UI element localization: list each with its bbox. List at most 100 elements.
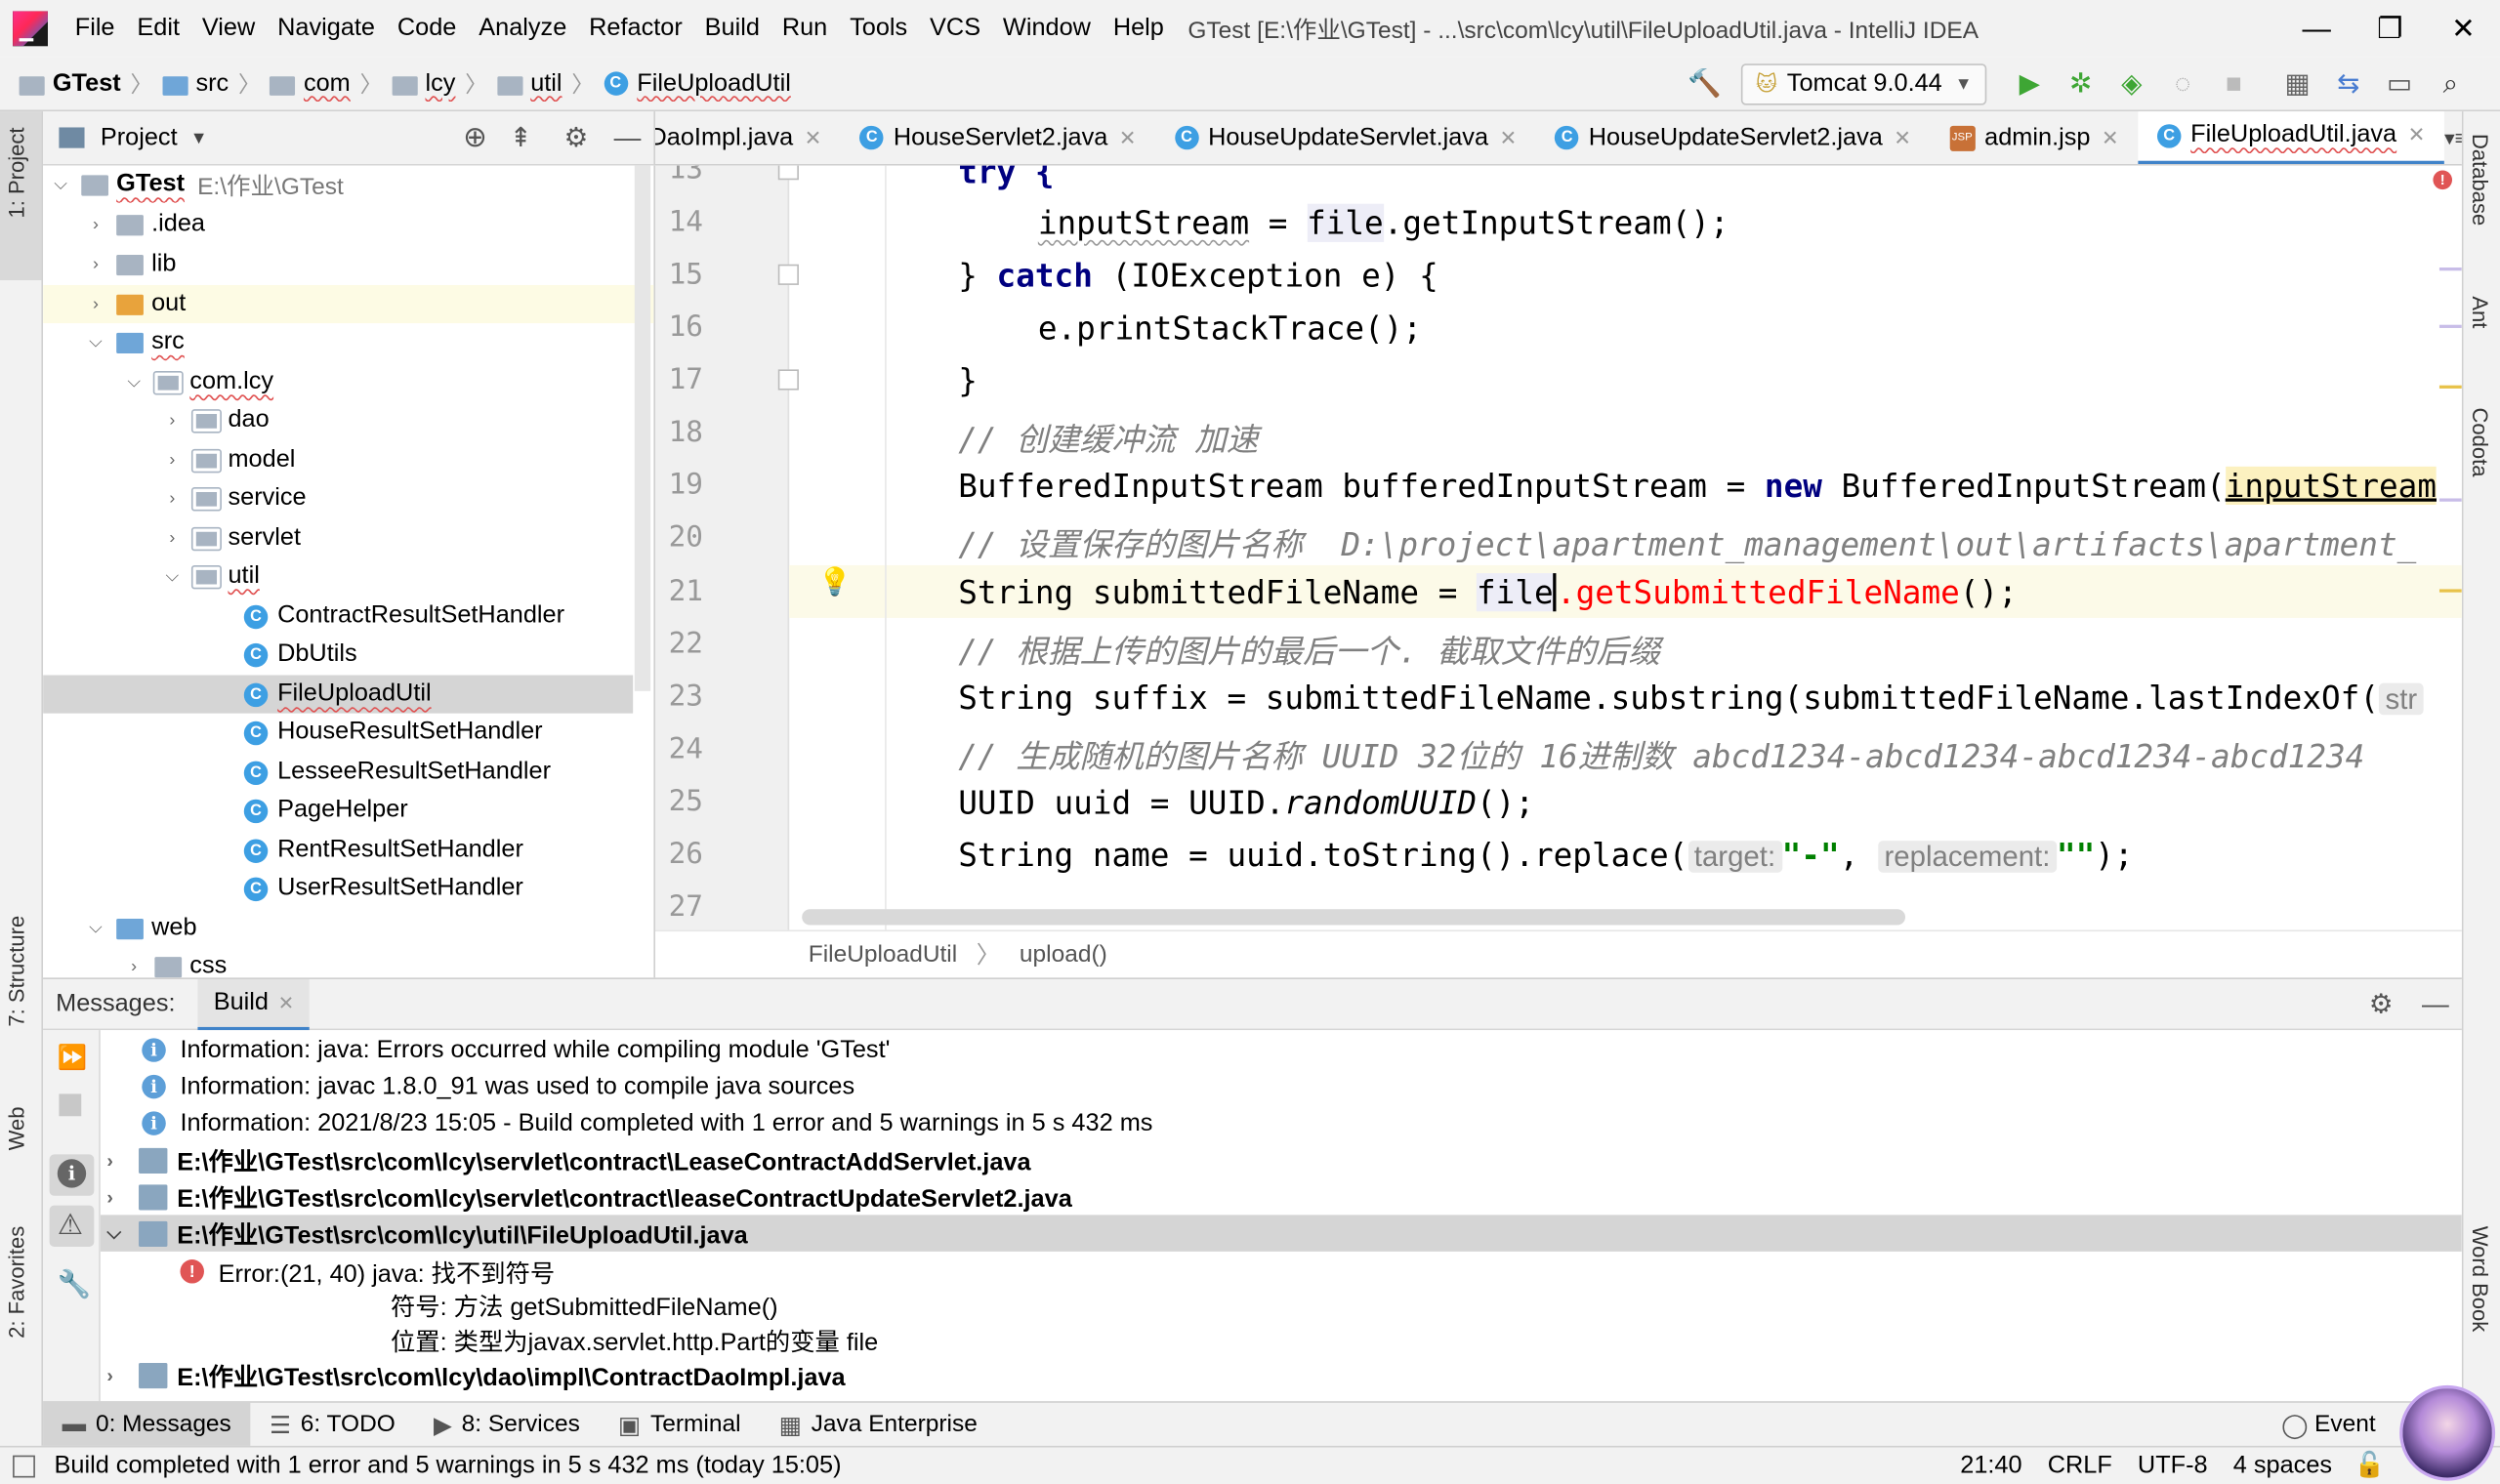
- menu-code[interactable]: Code: [386, 0, 467, 58]
- run-icon[interactable]: ▶: [2009, 62, 2050, 103]
- collapse-all-icon[interactable]: ⇞: [510, 122, 532, 154]
- build-hammer-icon[interactable]: 🔨: [1684, 62, 1725, 103]
- menu-help[interactable]: Help: [1102, 0, 1175, 58]
- tab-java-enterprise[interactable]: ▦ Java Enterprise: [760, 1402, 996, 1447]
- tab-todo[interactable]: ☰ 6: TODO: [250, 1402, 414, 1447]
- warning-filter-icon[interactable]: ⚠: [58, 1209, 83, 1242]
- close-icon[interactable]: ✕: [2408, 123, 2426, 148]
- breadcrumb-class[interactable]: FileUploadUtil: [809, 941, 957, 969]
- list-item[interactable]: ! Error:(21, 40) java: 找不到符号: [101, 1254, 2462, 1291]
- tree-node-util[interactable]: ⌵ util: [161, 557, 260, 597]
- search-icon[interactable]: ⌕: [2430, 62, 2471, 103]
- tab-build[interactable]: Build ✕: [197, 978, 311, 1030]
- avatar[interactable]: [2399, 1384, 2496, 1481]
- fold-marker-icon[interactable]: [777, 264, 799, 285]
- project-view-select[interactable]: Project: [101, 123, 178, 151]
- translate-icon[interactable]: ⇆: [2328, 62, 2369, 103]
- fold-marker-icon[interactable]: [777, 369, 799, 391]
- tree-node-service[interactable]: › service: [161, 479, 306, 518]
- tab-houseservlet2[interactable]: C HouseServlet2.java ✕: [841, 111, 1155, 164]
- caret-position[interactable]: 21:40: [1960, 1452, 2021, 1480]
- list-item[interactable]: i Information: javac 1.8.0_91 was used to…: [101, 1068, 2462, 1105]
- tree-node-userresultsethandler[interactable]: C UserResultSetHandler: [243, 869, 523, 908]
- tree-node-pagehelper[interactable]: C PageHelper: [243, 792, 408, 831]
- tab-houseupdateservlet[interactable]: C HouseUpdateServlet.java ✕: [1155, 111, 1536, 164]
- code-editor[interactable]: 13 14 15 16 17 18 19 20 21 22 23 24 25 2…: [655, 165, 2462, 930]
- breadcrumb-src[interactable]: src 〉: [162, 67, 261, 100]
- lock-icon[interactable]: 🔓: [2354, 1451, 2386, 1481]
- tree-node-model[interactable]: › model: [161, 441, 295, 480]
- tab-fileuploadutil[interactable]: C FileUploadUtil.java ✕: [2138, 111, 2444, 164]
- tree-node-gtest[interactable]: ⌵ GTest E:\作业\GTest: [50, 166, 344, 205]
- menu-navigate[interactable]: Navigate: [267, 0, 387, 58]
- gear-icon[interactable]: ⚙: [2369, 988, 2394, 1020]
- tool-window-database[interactable]: Database: [2468, 134, 2491, 226]
- breadcrumb-project[interactable]: GTest 〉: [19, 67, 153, 100]
- tool-window-project[interactable]: 1: Project: [5, 127, 28, 218]
- wrench-icon[interactable]: 🔧: [58, 1269, 92, 1301]
- tree-node-dbutils[interactable]: C DbUtils: [243, 636, 357, 675]
- close-window-button[interactable]: ✕: [2427, 0, 2500, 58]
- minimize-button[interactable]: —: [2280, 0, 2354, 58]
- list-item[interactable]: › E:\作业\GTest\src\com\lcy\dao\impl\Contra…: [101, 1357, 2462, 1394]
- profile-icon[interactable]: ◌: [2162, 62, 2203, 103]
- locate-file-icon[interactable]: ⊕: [463, 121, 487, 154]
- menu-build[interactable]: Build: [693, 0, 771, 58]
- tool-window-web[interactable]: Web: [5, 1106, 28, 1150]
- close-icon[interactable]: ✕: [2102, 125, 2119, 150]
- menu-analyze[interactable]: Analyze: [468, 0, 578, 58]
- tab-terminal[interactable]: ▣ Terminal: [599, 1402, 760, 1447]
- tool-window-structure[interactable]: 7: Structure: [5, 916, 28, 1027]
- menu-window[interactable]: Window: [992, 0, 1103, 58]
- file-encoding[interactable]: UTF-8: [2138, 1452, 2208, 1480]
- stop-icon[interactable]: [59, 1093, 82, 1117]
- close-icon[interactable]: ✕: [278, 991, 294, 1013]
- tool-window-ant[interactable]: Ant: [2468, 296, 2491, 328]
- tab-event-log[interactable]: ◯ Event: [2262, 1402, 2395, 1447]
- status-message[interactable]: Build completed with 1 error and 5 warni…: [55, 1452, 842, 1480]
- close-icon[interactable]: ✕: [1119, 125, 1137, 150]
- tab-houseupdateservlet2[interactable]: C HouseUpdateServlet2.java ✕: [1536, 111, 1931, 164]
- tree-node-com-lcy[interactable]: ⌵ com.lcy: [123, 363, 273, 402]
- list-item[interactable]: i Information: 2021/8/23 15:05 - Build co…: [101, 1105, 2462, 1142]
- tab-services[interactable]: ▶ 8: Services: [414, 1402, 599, 1447]
- rerun-icon[interactable]: ⏩: [58, 1043, 88, 1072]
- error-stripe-icon[interactable]: !: [2433, 170, 2453, 190]
- fold-marker-icon[interactable]: [777, 165, 799, 181]
- tree-node-out[interactable]: › out: [85, 285, 186, 324]
- menu-tools[interactable]: Tools: [839, 0, 919, 58]
- list-item[interactable]: › E:\作业\GTest\src\com\lcy\servlet\contrac…: [101, 1178, 2462, 1216]
- line-separator[interactable]: CRLF: [2048, 1452, 2112, 1480]
- tree-node-idea[interactable]: › .idea: [85, 205, 205, 244]
- tree-node-dao[interactable]: › dao: [161, 401, 269, 440]
- breadcrumb-com[interactable]: com 〉: [270, 67, 382, 100]
- indent-setting[interactable]: 4 spaces: [2233, 1452, 2332, 1480]
- project-structure-icon[interactable]: ▦: [2276, 62, 2317, 103]
- list-item-selected[interactable]: ⌵ E:\作业\GTest\src\com\lcy\util\FileUpload…: [100, 1215, 2462, 1252]
- run-configuration-select[interactable]: 🐱 Tomcat 9.0.44 ▼: [1741, 62, 1987, 104]
- gear-icon[interactable]: ⚙: [564, 122, 589, 154]
- tool-window-codota[interactable]: Codota: [2468, 408, 2491, 477]
- tree-node-servlet[interactable]: › servlet: [161, 519, 301, 558]
- debug-icon[interactable]: ✲: [2060, 62, 2101, 103]
- tree-node-fileuploadutil[interactable]: C FileUploadUtil: [243, 676, 432, 715]
- stop-icon[interactable]: ■: [2213, 62, 2254, 103]
- coverage-icon[interactable]: ◈: [2111, 62, 2152, 103]
- tool-window-word-book[interactable]: Word Book: [2468, 1226, 2491, 1333]
- tree-node-css[interactable]: › css: [123, 947, 227, 978]
- tool-window-favorites[interactable]: 2: Favorites: [5, 1226, 28, 1339]
- tab-messages[interactable]: ▬ 0: Messages: [43, 1402, 251, 1447]
- tree-node-rentresultsethandler[interactable]: C RentResultSetHandler: [243, 831, 523, 870]
- info-filter-icon[interactable]: i: [57, 1159, 87, 1188]
- menu-vcs[interactable]: VCS: [919, 0, 992, 58]
- restore-button[interactable]: ❐: [2354, 0, 2427, 58]
- close-icon[interactable]: ✕: [805, 125, 822, 150]
- tree-node-lib[interactable]: › lib: [85, 245, 176, 284]
- hide-panel-icon[interactable]: —: [2422, 988, 2449, 1020]
- tab-daoimpl[interactable]: DaoImpl.java ✕: [655, 111, 841, 164]
- horizontal-scrollbar[interactable]: [802, 909, 1906, 926]
- tree-node-lesseeresultsethandler[interactable]: C LesseeResultSetHandler: [243, 753, 551, 792]
- breadcrumb-method[interactable]: upload(): [1020, 941, 1107, 969]
- list-item[interactable]: › E:\作业\GTest\src\com\lcy\servlet\contrac…: [101, 1141, 2462, 1178]
- tree-node-houseresultsethandler[interactable]: C HouseResultSetHandler: [243, 714, 543, 753]
